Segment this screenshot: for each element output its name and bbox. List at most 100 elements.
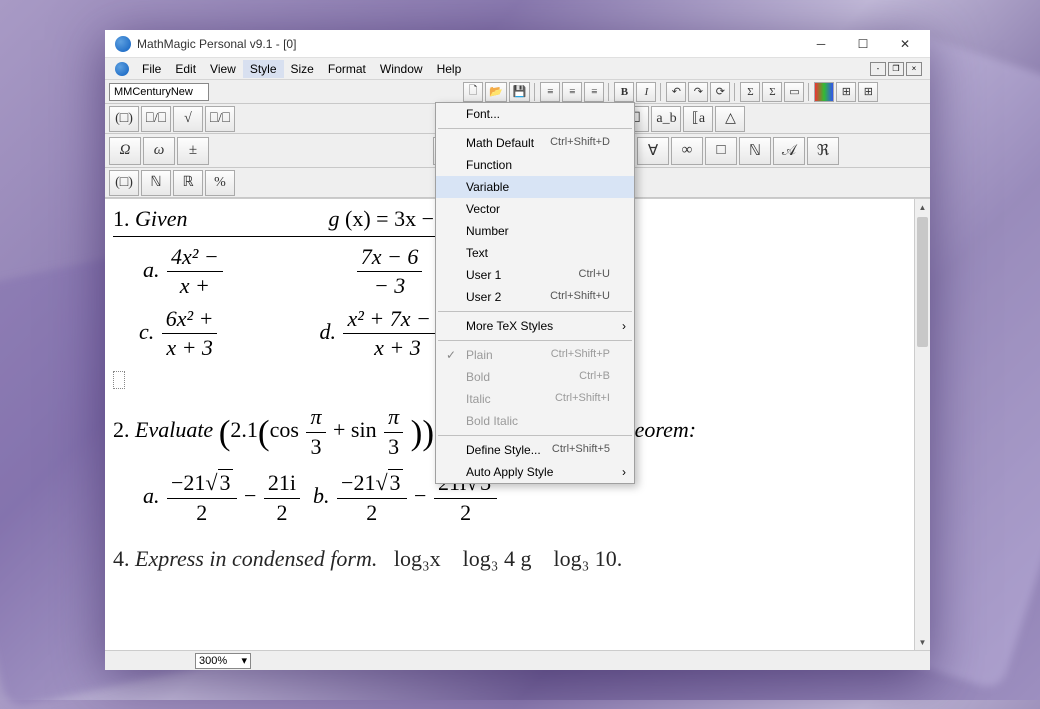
align-center-button[interactable]: ≡ — [562, 82, 582, 102]
sigma-button[interactable]: Σ — [762, 82, 782, 102]
paren2-button[interactable]: (□) — [109, 170, 139, 196]
scroll-up-icon[interactable]: ▲ — [915, 199, 930, 215]
menu-style[interactable]: Style — [243, 60, 284, 78]
mdi-minimize-button[interactable]: - — [870, 62, 886, 76]
text: π — [384, 403, 403, 433]
menu-font[interactable]: Font... — [436, 103, 634, 125]
menu-help[interactable]: Help — [430, 60, 469, 78]
status-bar: 300%▾ — [105, 650, 930, 670]
text: x + — [167, 272, 223, 301]
menubar: File Edit View Style Size Format Window … — [105, 58, 930, 80]
window-title: MathMagic Personal v9.1 - [0] — [137, 37, 800, 51]
minimize-button[interactable]: ─ — [800, 32, 842, 56]
frac2-template-button[interactable]: ⎕/⎕ — [205, 106, 235, 132]
text: 2.1 — [230, 417, 258, 442]
align-left-button[interactable]: ≡ — [540, 82, 560, 102]
vertical-scrollbar[interactable]: ▲ ▼ — [914, 199, 930, 650]
color-grid-button[interactable] — [814, 82, 834, 102]
text: 6x² + — [162, 305, 218, 335]
menu-function[interactable]: Function — [436, 154, 634, 176]
r-symbol-button[interactable]: ℝ — [173, 170, 203, 196]
undo-button[interactable]: ↶ — [666, 82, 686, 102]
doc-icon — [115, 62, 129, 76]
menu-file[interactable]: File — [135, 60, 168, 78]
text: log₃x — [394, 546, 441, 571]
menu-math-default[interactable]: Math DefaultCtrl+Shift+D — [436, 132, 634, 154]
uc-omega-button[interactable]: Ω — [109, 137, 141, 165]
menu-define-style[interactable]: Define Style...Ctrl+Shift+5 — [436, 439, 634, 461]
app-window: MathMagic Personal v9.1 - [0] ─ ☐ ✕ File… — [105, 30, 930, 670]
text: a. — [143, 257, 160, 282]
pm-button[interactable]: ± — [177, 137, 209, 165]
text: 2 — [434, 499, 497, 528]
text: Evaluate — [135, 417, 213, 442]
menu-bold-italic: Bold Italic — [436, 410, 634, 432]
re-button[interactable]: ℜ — [807, 137, 839, 165]
text: 2. — [113, 417, 130, 442]
text: Given — [135, 206, 188, 231]
menu-window[interactable]: Window — [373, 60, 430, 78]
text: 4. — [113, 546, 130, 571]
refresh-button[interactable]: ⟳ — [710, 82, 730, 102]
align-right-button[interactable]: ≡ — [584, 82, 604, 102]
grid1-button[interactable]: ⊞ — [836, 82, 856, 102]
tri-template-button[interactable]: △ — [715, 106, 745, 132]
aa-button[interactable]: 𝒜 — [773, 137, 805, 165]
text: x + 3 — [162, 334, 218, 363]
text: 3 — [388, 469, 403, 495]
menu-auto-apply[interactable]: Auto Apply Style — [436, 461, 634, 483]
border-button[interactable]: ▭ — [784, 82, 804, 102]
menu-user1[interactable]: User 1Ctrl+U — [436, 264, 634, 286]
close-button[interactable]: ✕ — [884, 32, 926, 56]
text: 2 — [337, 499, 407, 528]
menu-edit[interactable]: Edit — [168, 60, 203, 78]
italic-button[interactable]: I — [636, 82, 656, 102]
zoom-selector[interactable]: 300%▾ — [195, 653, 251, 669]
text: a. — [143, 483, 160, 508]
menu-vector[interactable]: Vector — [436, 198, 634, 220]
zoom-value: 300% — [199, 655, 227, 667]
app-icon — [115, 36, 131, 52]
bold-button[interactable]: B — [614, 82, 634, 102]
n-symbol-button[interactable]: ℕ — [141, 170, 171, 196]
scroll-down-icon[interactable]: ▼ — [915, 634, 930, 650]
redo-button[interactable]: ↷ — [688, 82, 708, 102]
menu-view[interactable]: View — [203, 60, 243, 78]
menu-size[interactable]: Size — [284, 60, 321, 78]
open-button[interactable]: 📂 — [485, 82, 507, 102]
maximize-button[interactable]: ☐ — [842, 32, 884, 56]
font-selector[interactable]: MMCenturyNew — [109, 83, 209, 101]
scroll-thumb[interactable] — [917, 217, 928, 347]
mdi-restore-button[interactable]: ❐ — [888, 62, 904, 76]
infty-button[interactable]: ∞ — [671, 137, 703, 165]
menu-number[interactable]: Number — [436, 220, 634, 242]
sigma-box-button[interactable]: Σ — [740, 82, 760, 102]
paren-template-button[interactable]: (□) — [109, 106, 139, 132]
lc-omega-button[interactable]: ω — [143, 137, 175, 165]
menu-format[interactable]: Format — [321, 60, 373, 78]
save-button[interactable]: 💾 — [509, 82, 531, 102]
text: 4x² − — [167, 243, 223, 273]
menu-variable[interactable]: Variable — [436, 176, 634, 198]
sub-template-button[interactable]: a_b — [651, 106, 681, 132]
mdi-close-button[interactable]: × — [906, 62, 922, 76]
text: log₃ 10. — [553, 546, 622, 571]
percent-button[interactable]: % — [205, 170, 235, 196]
text: log₃ 4 g — [463, 546, 532, 571]
grid2-button[interactable]: ⊞ — [858, 82, 878, 102]
text: −21 — [171, 470, 205, 495]
text: 21i — [264, 469, 300, 499]
nn-button[interactable]: ℕ — [739, 137, 771, 165]
sqrt-template-button[interactable]: √ — [173, 106, 203, 132]
square-button[interactable]: □ — [705, 137, 737, 165]
text: b. — [313, 483, 330, 508]
bracket-template-button[interactable]: ⟦a — [683, 106, 713, 132]
forall-button[interactable]: ∀ — [637, 137, 669, 165]
menu-text[interactable]: Text — [436, 242, 634, 264]
new-button[interactable]: 🗋 — [463, 82, 483, 102]
menu-user2[interactable]: User 2Ctrl+Shift+U — [436, 286, 634, 308]
menu-more-tex[interactable]: More TeX Styles — [436, 315, 634, 337]
text: 7x − 6 — [357, 243, 423, 273]
frac-template-button[interactable]: ⎕/⎕ — [141, 106, 171, 132]
text: 2 — [264, 499, 300, 528]
